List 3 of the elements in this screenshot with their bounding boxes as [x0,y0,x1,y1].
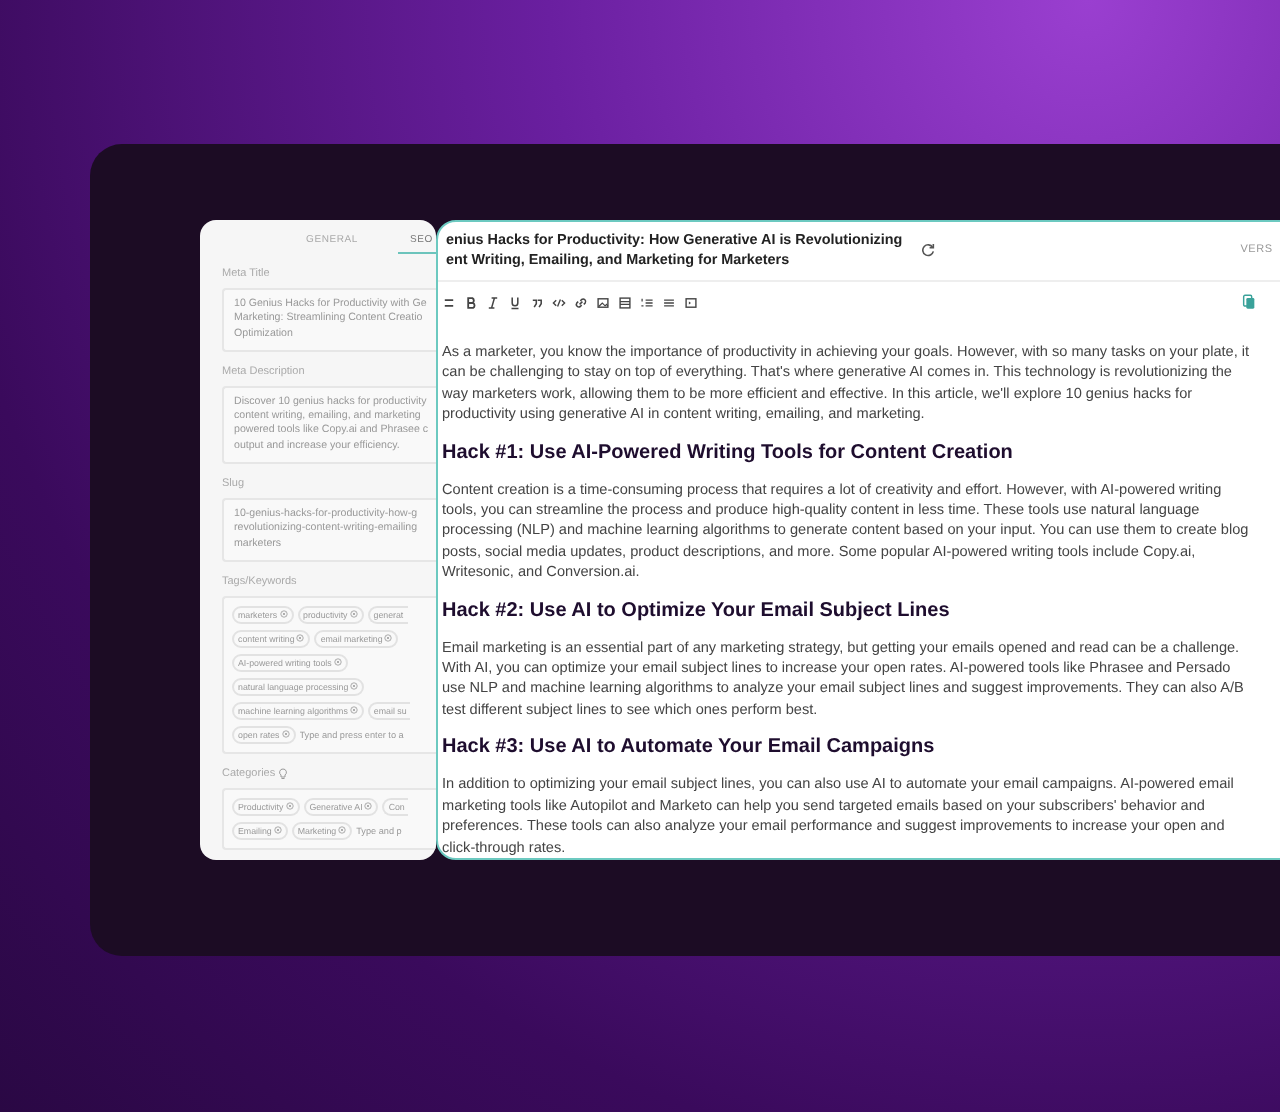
section-heading: Hack #3: Use AI to Automate Your Email Campaigns [442,736,937,759]
section-heading: Hack #1: Use AI-Powered Writing Tools for Content Creation [442,441,1015,464]
section-heading: Hack #2: Use AI to Optimize Your Email Subject Lines [442,599,952,622]
